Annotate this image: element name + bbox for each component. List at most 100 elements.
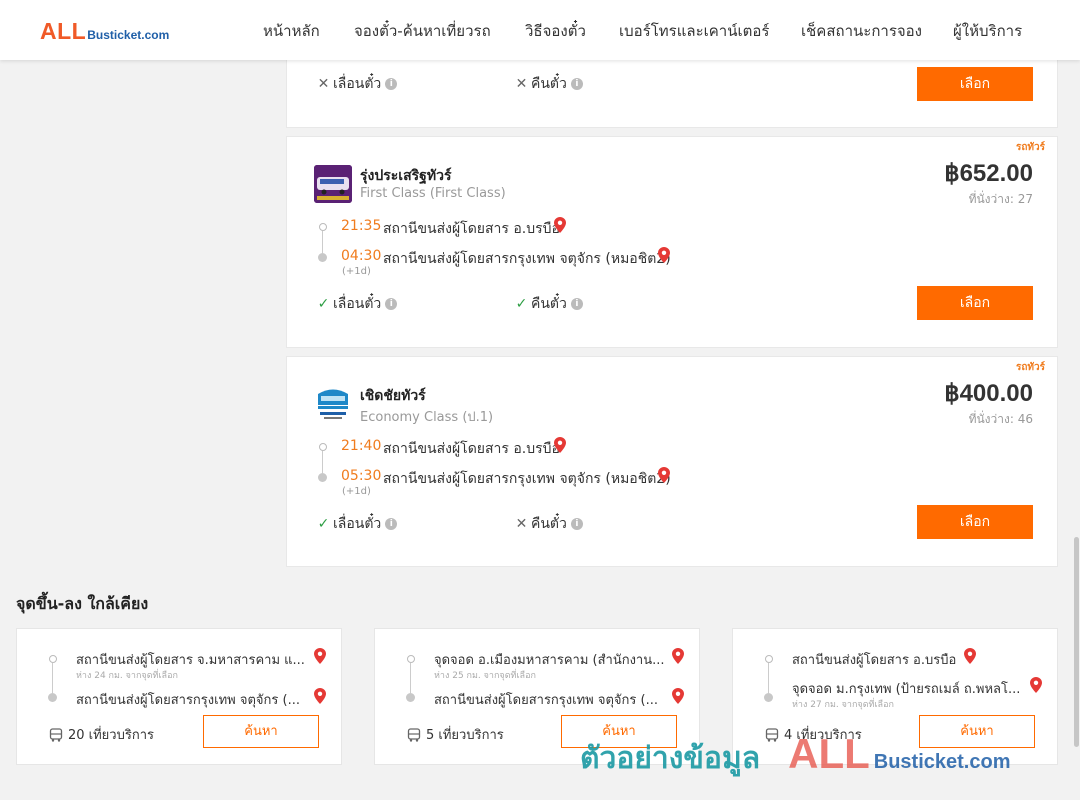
- next-day-label: (+1d): [342, 486, 371, 497]
- select-button[interactable]: เลือก: [917, 505, 1033, 539]
- seat-class: First Class (First Class): [360, 186, 506, 201]
- timeline-line: [768, 663, 769, 693]
- reschedule-label: เลื่อนตั๋ว: [333, 516, 382, 532]
- nearby-distance: ห่าง 24 กม. จากจุดที่เลือก: [76, 671, 178, 681]
- departure-time: 21:40: [341, 438, 382, 454]
- map-pin-icon[interactable]: [554, 437, 566, 453]
- info-icon[interactable]: i: [385, 518, 398, 530]
- timeline-line: [322, 231, 323, 253]
- departure-station: สถานีขนส่งผู้โดยสาร อ.บรบือ: [383, 441, 560, 457]
- arrival-station: สถานีขนส่งผู้โดยสารกรุงเทพ จตุจักร (หมอช…: [383, 251, 671, 267]
- operator-name: เชิดชัยทัวร์: [360, 388, 426, 404]
- nearby-section-title: จุดขึ้น-ลง ใกล้เคียง: [16, 594, 149, 613]
- reschedule-label: เลื่อนตั๋ว: [333, 296, 382, 312]
- arrival-time: 05:30: [341, 468, 382, 484]
- nav-how-to-book[interactable]: วิธีจองตั๋ว: [525, 19, 586, 43]
- info-icon[interactable]: i: [385, 298, 398, 310]
- nearby-to-station: สถานีขนส่งผู้โดยสารกรุงเทพ จตุจักร (...: [76, 693, 300, 708]
- reschedule-feature: ✓ เลื่อนตั๋ว i: [317, 513, 398, 535]
- page-scrollbar[interactable]: [1072, 60, 1080, 800]
- departure-dot: [765, 655, 773, 663]
- nearby-from-station: จุดจอด อ.เมืองมหาสารคาม (สำนักงาน...: [434, 653, 665, 668]
- refund-feature: ✕ คืนตั๋ว i: [515, 73, 583, 95]
- nav-home[interactable]: หน้าหลัก: [263, 19, 320, 43]
- site-header: ALL Busticket.com หน้าหลัก จองตั๋ว-ค้นหา…: [0, 0, 1080, 60]
- refund-label: คืนตั๋ว: [531, 516, 567, 532]
- nav-operators[interactable]: ผู้ให้บริการ: [953, 19, 1022, 43]
- refund-label: คืนตั๋ว: [531, 76, 567, 92]
- arrival-station: สถานีขนส่งผู้โดยสารกรุงเทพ จตุจักร (หมอช…: [383, 471, 671, 487]
- bus-icon: [765, 727, 779, 742]
- site-logo[interactable]: ALL Busticket.com: [40, 18, 169, 45]
- nearby-route-card: สถานีขนส่งผู้โดยสาร จ.มหาสารคาม แ... ห่า…: [16, 628, 342, 765]
- trip-count-label: 4 เที่ยวบริการ: [784, 728, 862, 743]
- refund-feature: ✓ คืนตั๋ว i: [515, 293, 583, 315]
- map-pin-icon[interactable]: [314, 648, 326, 664]
- map-pin-icon[interactable]: [672, 688, 684, 704]
- ticket-price: ฿652.00: [944, 160, 1033, 187]
- nearby-from-station: สถานีขนส่งผู้โดยสาร จ.มหาสารคาม แ...: [76, 653, 305, 668]
- departure-station: สถานีขนส่งผู้โดยสาร อ.บรบือ: [383, 221, 560, 237]
- scrollbar-thumb[interactable]: [1074, 537, 1079, 747]
- map-pin-icon[interactable]: [554, 217, 566, 233]
- nearby-to-station: จุดจอด ม.กรุงเทพ (ป้ายรถเมล์ ถ.พหลโ...: [792, 682, 1021, 697]
- map-pin-icon[interactable]: [672, 648, 684, 664]
- arrival-dot: [406, 693, 415, 702]
- cross-icon: ✕: [515, 516, 528, 532]
- nav-check-booking[interactable]: เช็คสถานะการจอง: [801, 19, 922, 43]
- reschedule-feature: ✕ เลื่อนตั๋ว i: [317, 73, 398, 95]
- reschedule-feature: ✓ เลื่อนตั๋ว i: [317, 293, 398, 315]
- trip-card: รถทัวร์ รุ่งประเสริฐทัวร์ First Class (F…: [286, 136, 1058, 348]
- logo-all: ALL: [40, 18, 87, 44]
- timeline-line: [410, 663, 411, 693]
- nearby-route-card: จุดจอด อ.เมืองมหาสารคาม (สำนักงาน... ห่า…: [374, 628, 700, 765]
- info-icon[interactable]: i: [385, 78, 398, 90]
- arrival-dot: [318, 253, 327, 262]
- refund-feature: ✕ คืนตั๋ว i: [515, 513, 583, 535]
- seats-available: ที่นั่งว่าง: 46: [968, 412, 1033, 426]
- info-icon[interactable]: i: [570, 78, 583, 90]
- trip-count-label: 20 เที่ยวบริการ: [68, 728, 154, 743]
- nearby-search-button[interactable]: ค้นหา: [203, 715, 319, 748]
- seats-available: ที่นั่งว่าง: 27: [968, 192, 1033, 206]
- map-pin-icon[interactable]: [964, 648, 976, 664]
- info-icon[interactable]: i: [570, 298, 583, 310]
- timeline-line: [322, 451, 323, 473]
- nearby-distance: ห่าง 25 กม. จากจุดที่เลือก: [434, 671, 536, 681]
- nav-book-search[interactable]: จองตั๋ว-ค้นหาเที่ยวรถ: [354, 19, 491, 43]
- map-pin-icon[interactable]: [314, 688, 326, 704]
- check-icon: ✓: [317, 296, 330, 312]
- map-pin-icon[interactable]: [658, 247, 670, 263]
- operator-name: รุ่งประเสริฐทัวร์: [360, 168, 452, 184]
- cross-icon: ✕: [515, 76, 528, 92]
- nearby-trip-count: 4 เที่ยวบริการ: [765, 724, 862, 745]
- nearby-search-button[interactable]: ค้นหา: [561, 715, 677, 748]
- select-button[interactable]: เลือก: [917, 67, 1033, 101]
- vehicle-type-tag: รถทัวร์: [1015, 362, 1045, 373]
- bus-icon: [407, 727, 421, 742]
- timeline-line: [52, 663, 53, 693]
- seat-class: Economy Class (ป.1): [360, 410, 494, 425]
- departure-dot: [319, 223, 327, 231]
- select-button[interactable]: เลือก: [917, 286, 1033, 320]
- nearby-route-card: สถานีขนส่งผู้โดยสาร อ.บรบือ จุดจอด ม.กรุ…: [732, 628, 1058, 765]
- next-day-label: (+1d): [342, 266, 371, 277]
- arrival-dot: [48, 693, 57, 702]
- vehicle-type-tag: รถทัวร์: [1015, 142, 1045, 153]
- map-pin-icon[interactable]: [1030, 677, 1042, 693]
- departure-dot: [407, 655, 415, 663]
- map-pin-icon[interactable]: [658, 467, 670, 483]
- departure-dot: [49, 655, 57, 663]
- logo-busticket: Busticket.com: [87, 28, 170, 42]
- nearby-search-button[interactable]: ค้นหา: [919, 715, 1035, 748]
- check-icon: ✓: [317, 516, 330, 532]
- trip-card-partial: ✕ เลื่อนตั๋ว i ✕ คืนตั๋ว i เลือก: [286, 52, 1058, 128]
- trip-count-label: 5 เที่ยวบริการ: [426, 728, 504, 743]
- nearby-trip-count: 5 เที่ยวบริการ: [407, 724, 504, 745]
- refund-label: คืนตั๋ว: [531, 296, 567, 312]
- info-icon[interactable]: i: [570, 518, 583, 530]
- reschedule-label: เลื่อนตั๋ว: [333, 76, 382, 92]
- arrival-dot: [764, 693, 773, 702]
- bus-icon: [49, 727, 63, 742]
- nav-phone-counter[interactable]: เบอร์โทรและเคาน์เตอร์: [619, 19, 769, 43]
